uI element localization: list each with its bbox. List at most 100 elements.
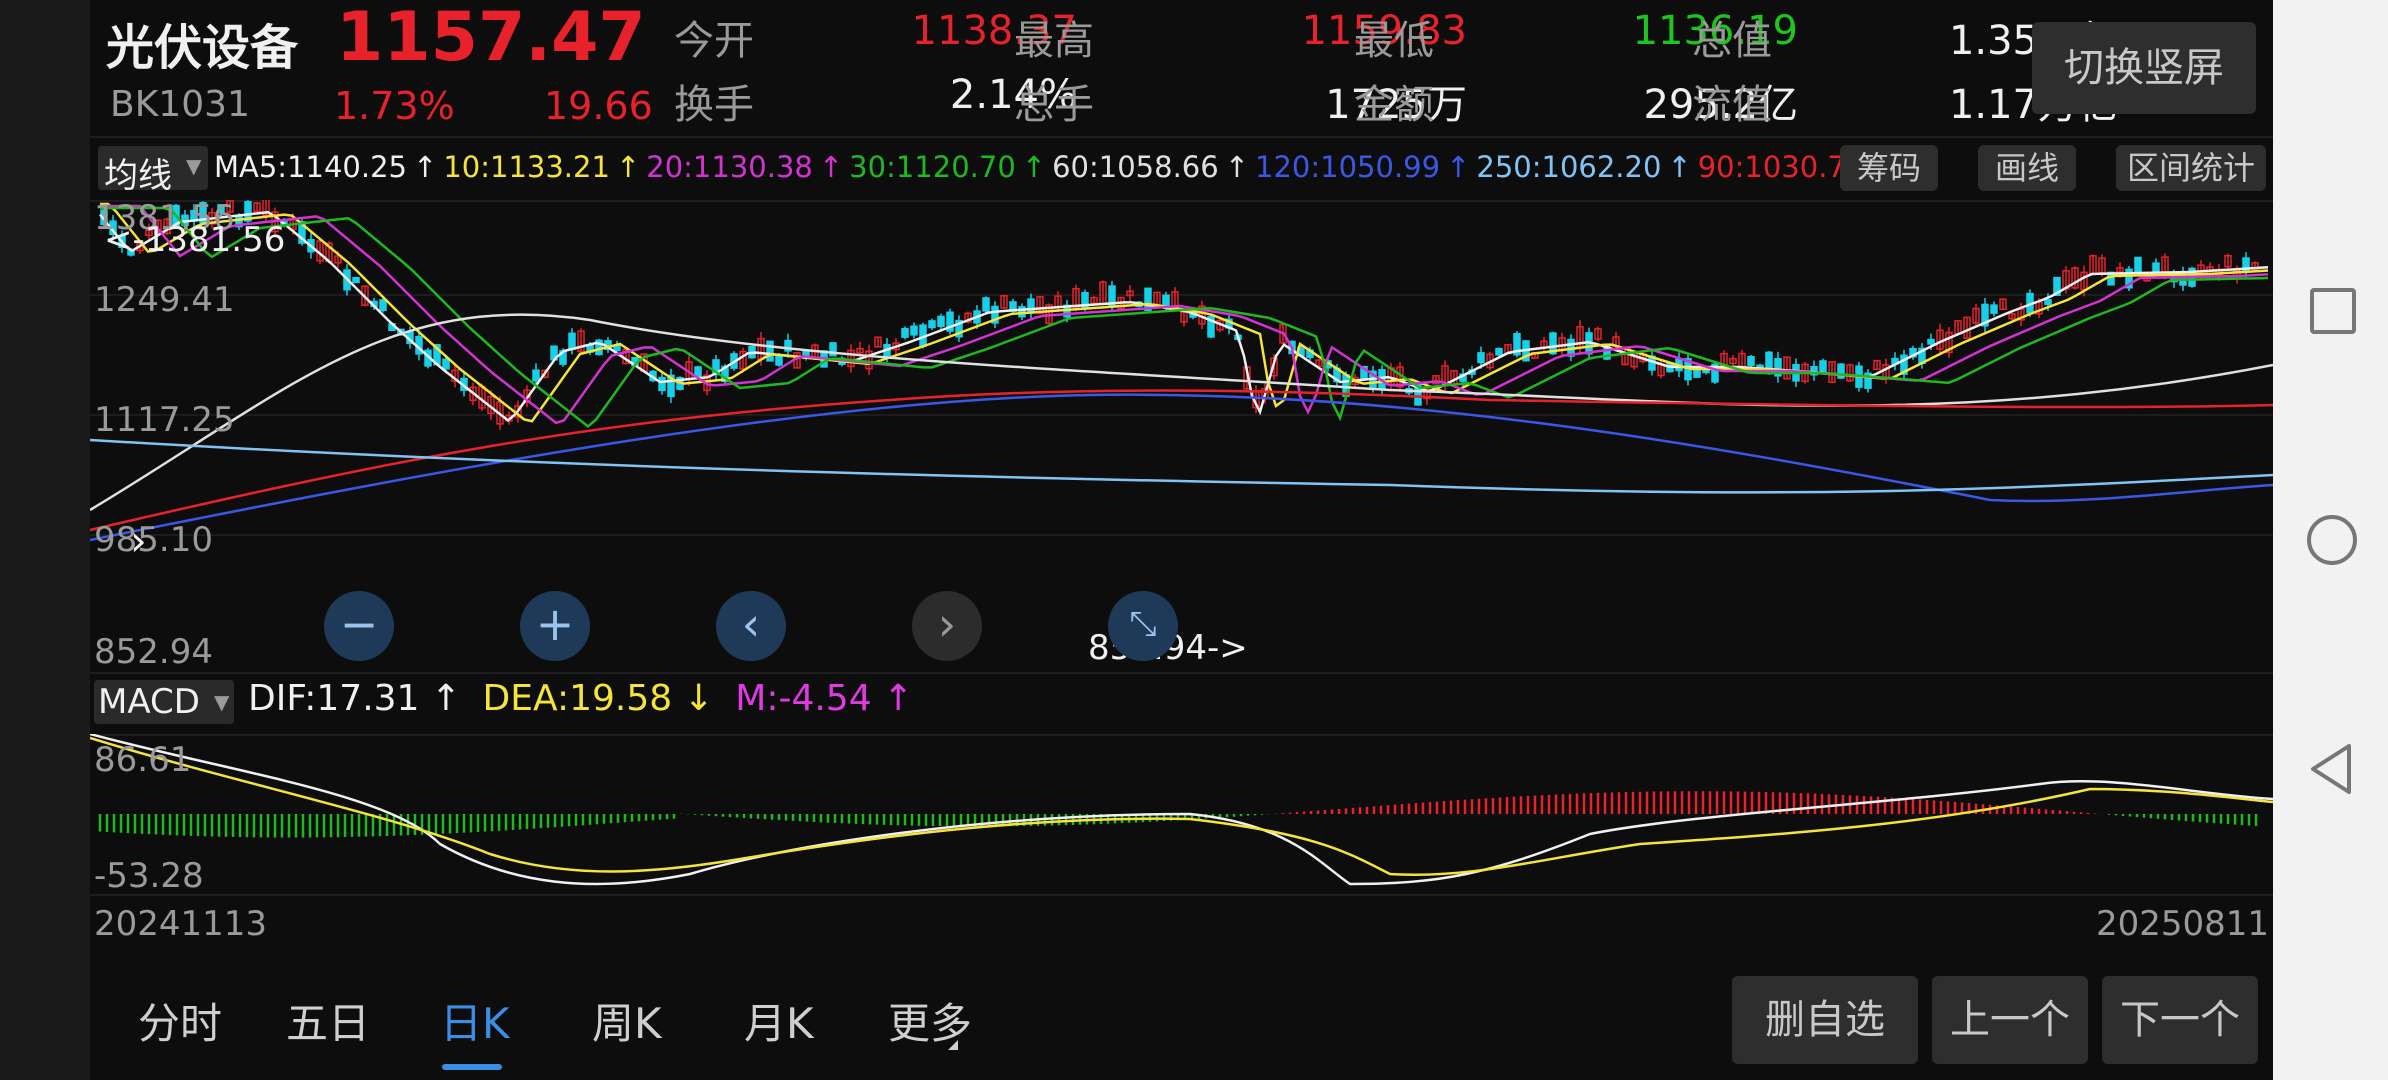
- m-arrow-icon: ↑: [883, 678, 914, 719]
- candle-body: [532, 369, 540, 382]
- expand-arrow-icon[interactable]: ›: [130, 516, 147, 565]
- candle-body: [613, 345, 621, 352]
- candle-body: [910, 325, 918, 336]
- arrow-up-icon: ↑: [1667, 150, 1692, 184]
- stat-label: 换手: [674, 82, 754, 128]
- dea-line: [90, 736, 2273, 877]
- next-stock-button[interactable]: 下一个: [2102, 976, 2258, 1064]
- tab-3[interactable]: 周K: [592, 990, 662, 1051]
- range-stats-button[interactable]: 区间统计: [2116, 145, 2266, 191]
- dea-value: DEA:19.58: [482, 678, 673, 719]
- tab-1[interactable]: 五日: [286, 990, 370, 1051]
- arrow-up-icon: ↑: [615, 150, 641, 184]
- fullscreen-button[interactable]: ⤡: [1108, 591, 1178, 661]
- index-price: 1157.47: [336, 0, 646, 77]
- stock-app: 光伏设备 1157.47 BK1031 1.73% 19.66 今开 1138.3…: [90, 0, 2273, 1080]
- dif-value: DIF:17.31: [248, 678, 420, 719]
- ma-values: MA5:1140.25 ↑ 10:1133.21 ↑ 20:1130.38 ↑ 30:112…: [214, 150, 1901, 184]
- price-axis-lower: 985.10: [94, 520, 213, 560]
- start-date: 20241113: [94, 904, 268, 944]
- draw-line-button[interactable]: 画线: [1978, 145, 2076, 191]
- switch-portrait-button[interactable]: 切换竖屏: [2032, 22, 2256, 114]
- divider: [90, 672, 2273, 674]
- ma-value: 250:1062.20: [1476, 150, 1662, 184]
- left-edge: [0, 0, 90, 1080]
- index-name: 光伏设备: [106, 20, 299, 76]
- chips-button[interactable]: 筹码: [1840, 145, 1938, 191]
- tab-2[interactable]: 日K: [440, 990, 510, 1051]
- system-nav-bar: [2273, 0, 2388, 1080]
- stat-label: 金额: [1354, 82, 1434, 128]
- candle-body: [442, 358, 450, 370]
- ma-value: 20:1130.38: [646, 150, 813, 184]
- tab-0[interactable]: 分时: [138, 990, 222, 1051]
- arrow-up-icon: ↑: [413, 150, 438, 184]
- divider: [90, 136, 2273, 138]
- recents-icon[interactable]: [2310, 288, 2356, 334]
- ma-value: 10:1133.21: [443, 150, 610, 184]
- macd-axis-top: 86.61: [94, 740, 192, 780]
- stat-label: 今开: [674, 18, 754, 64]
- macd-values: DIF:17.31 ↑ DEA:19.58 ↓ M:-4.54 ↑: [248, 678, 913, 719]
- end-date: 20250811: [2096, 904, 2270, 944]
- candle-body: [982, 297, 990, 312]
- indicator-selector[interactable]: MACD ▼: [94, 680, 234, 724]
- candle-body: [1819, 360, 1827, 373]
- candle-body: [2044, 299, 2052, 306]
- price-axis-mid: 1117.25: [94, 400, 235, 440]
- chevron-down-icon: ▼: [214, 690, 230, 714]
- candle-body: [766, 340, 774, 362]
- stat-label: 总手: [1014, 82, 1094, 128]
- ma120-line: [90, 393, 2273, 542]
- price-axis-bottom: 852.94: [94, 632, 213, 672]
- macd-axis-bottom: -53.28: [94, 856, 204, 896]
- stat-label: 流值: [1692, 82, 1772, 128]
- candle-body: [1927, 338, 1935, 345]
- candle-body: [901, 327, 909, 338]
- remove-watchlist-button[interactable]: 删自选: [1732, 976, 1918, 1064]
- m-value: M:-4.54: [735, 678, 872, 719]
- home-icon[interactable]: [2307, 515, 2357, 565]
- scroll-right-button[interactable]: ›: [912, 591, 982, 661]
- zoom-in-button[interactable]: +: [520, 591, 590, 661]
- candle-body: [1747, 356, 1755, 366]
- stat-label: 最低: [1354, 18, 1434, 64]
- candle-body: [352, 276, 360, 284]
- ma-value: 60:1058.66: [1052, 150, 1219, 184]
- arrow-up-icon: ↑: [1446, 150, 1471, 184]
- divider: [90, 894, 2273, 896]
- change-percent: 1.73%: [334, 84, 455, 128]
- zoom-out-button[interactable]: −: [324, 591, 394, 661]
- candle-body: [379, 299, 387, 312]
- back-icon[interactable]: [2307, 742, 2353, 796]
- ma-value: 30:1120.70: [849, 150, 1016, 184]
- arrow-up-icon: ↑: [1021, 150, 1047, 184]
- high-marker: <-1381.56: [104, 220, 286, 260]
- index-code: BK1031: [110, 84, 250, 125]
- previous-stock-button[interactable]: 上一个: [1932, 976, 2088, 1064]
- candlestick-chart[interactable]: [90, 200, 2273, 672]
- candle-body: [1027, 298, 1035, 314]
- change-value: 19.66: [544, 84, 653, 128]
- indicator-label: MACD: [98, 682, 200, 722]
- dea-arrow-icon: ↓: [683, 678, 714, 719]
- candle-body: [658, 376, 666, 392]
- active-tab-indicator: [442, 1064, 502, 1070]
- arrow-up-icon: ↑: [1224, 150, 1250, 184]
- tab-4[interactable]: 月K: [744, 990, 814, 1051]
- candle-body: [1477, 352, 1485, 364]
- ma-value: MA5:1140.25: [214, 150, 408, 184]
- candle-body: [937, 315, 945, 328]
- candle-body: [1693, 369, 1701, 378]
- ma-value: 120:1050.99: [1255, 150, 1441, 184]
- macd-chart[interactable]: [90, 734, 2273, 894]
- candle-body: [1990, 304, 1998, 314]
- tab-5[interactable]: 更多: [888, 990, 972, 1051]
- stat-label: 最高: [1014, 18, 1094, 64]
- chevron-down-icon: ▼: [186, 154, 202, 178]
- more-corner-icon: [948, 1040, 958, 1050]
- arrow-up-icon: ↑: [818, 150, 844, 184]
- ma-selector[interactable]: 均线 ▼: [98, 146, 208, 196]
- scroll-left-button[interactable]: ‹: [716, 591, 786, 661]
- ma90-line: [90, 389, 2273, 532]
